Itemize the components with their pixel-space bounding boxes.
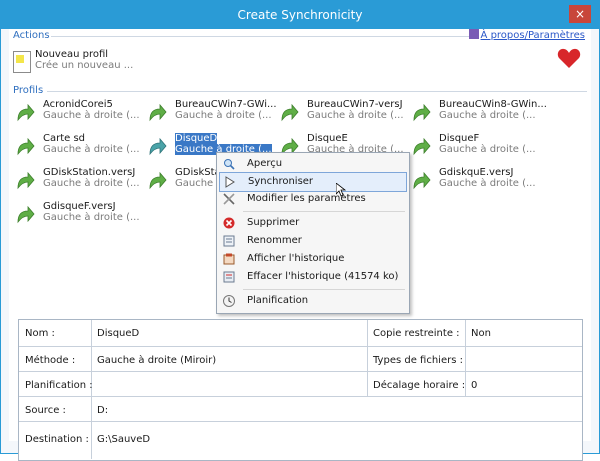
profile-name: DisqueD [175,133,218,144]
profile-name: DisqueE [307,133,348,144]
profile-item[interactable]: AcronidCorei5 Gauche à droite (... [11,99,141,129]
window-title: Create Synchronicity [237,8,363,22]
destination-label: Destination : [25,434,89,445]
profile-name: BureauCWin7-versJ [307,99,403,110]
profile-desc: Gauche à droite (... [43,212,140,223]
details-row-source: Source : D: [19,397,582,422]
method-label: Méthode : [25,355,76,366]
profile-item[interactable]: BureauCWin7-GWi... Gauche à droite (... [143,99,277,129]
profile-name: GdiskquE.versJ [439,167,514,178]
rename-icon [223,235,235,247]
menu-item-delete[interactable]: Supprimer [219,214,405,232]
sync-arrow-icon [281,103,299,122]
profile-name: Carte sd [43,133,86,144]
menu-item-show-history[interactable]: Afficher l'historique [219,250,405,268]
sync-arrow-icon [17,171,35,190]
actions-divider [51,36,471,37]
source-value: D: [97,405,109,416]
menu-item-clear-history[interactable]: Effacer l'historique (41574 ko) [219,268,405,286]
menu-item-edit-settings[interactable]: Modifier les paramètres [219,190,405,208]
tools-icon [223,193,235,205]
profile-name: BureauCWin8-GWin... [439,99,547,110]
menu-item-synchronize[interactable]: Synchroniser [219,172,407,197]
new-profile-icon [13,51,31,73]
profile-item[interactable]: DisqueF Gauche à droite (... [407,133,537,163]
name-value: DisqueD [97,328,140,339]
menu-item-planning[interactable]: Planification [219,292,405,310]
profile-name: GdisqueF.versJ [43,201,116,212]
details-row-method: Méthode : Gauche à droite (Miroir) Types… [19,347,582,372]
profile-item[interactable]: GDiskStation.versJ Gauche à droite (... [11,167,141,197]
profile-name: BureauCWin7-GWi... [175,99,277,110]
profile-desc: Gauche à droite (... [439,144,536,155]
menu-separator [243,289,405,290]
profile-name: DisqueF [439,133,480,144]
history-icon [223,253,235,265]
planning-label: Planification : [25,380,93,391]
time-offset-value: 0 [471,380,478,391]
settings-icon [468,29,479,39]
magnifier-icon [224,159,235,170]
profile-desc: Gauche à droite (... [307,110,404,121]
destination-value: G:\SauveD [97,434,151,445]
title-bar[interactable]: Create Synchronicity × [1,1,599,29]
method-value: Gauche à droite (Miroir) [97,355,217,366]
profile-desc: Gauche à droite (... [43,144,140,155]
profile-desc: Gauche à droite (... [439,178,536,189]
source-label: Source : [25,405,66,416]
profile-desc: Gauche à droite (... [43,110,140,121]
clear-history-icon [223,271,235,283]
sync-arrow-icon [149,103,167,122]
profile-name: AcronidCorei5 [43,99,113,110]
time-offset-label: Décalage horaire : [373,380,466,391]
about-link[interactable]: À propos/Paramètres [468,29,585,41]
profile-item[interactable]: BureauCWin7-versJ Gauche à droite (... [275,99,405,129]
context-menu: Aperçu Synchroniser Modifier les paramèt… [216,152,410,314]
sync-arrow-icon [17,103,35,122]
copy-restricted-value: Non [471,328,491,339]
profile-desc: Gauche à droite (... [175,110,272,121]
profile-item[interactable]: Carte sd Gauche à droite (... [11,133,141,163]
sync-arrow-icon [17,137,35,156]
profile-name: GDiskSta [175,167,221,178]
name-label: Nom : [25,328,55,339]
sync-arrow-icon [149,171,167,190]
close-button[interactable]: × [569,5,591,23]
sync-arrow-icon [413,137,431,156]
profile-details-table: Nom : DisqueD Copie restreinte : Non Mét… [18,319,583,461]
sync-arrow-icon [413,171,431,190]
profile-item[interactable]: GdiskquE.versJ Gauche à droite (... [407,167,537,197]
menu-item-preview[interactable]: Aperçu [219,155,405,173]
profile-name: GDiskStation.versJ [43,167,136,178]
sync-arrow-icon [17,205,35,224]
new-profile-title: Nouveau profil [35,49,109,60]
about-link-label: À propos/Paramètres [480,30,585,41]
profiles-divider [47,91,587,92]
menu-separator [243,211,405,212]
details-row-name: Nom : DisqueD Copie restreinte : Non [19,320,582,347]
file-types-label: Types de fichiers : [373,355,463,366]
new-profile-item[interactable]: Nouveau profil Crée un nouveau ... [13,49,213,79]
actions-section-label: Actions [13,30,50,41]
clock-icon [223,295,235,307]
delete-icon [223,217,235,229]
profile-item[interactable]: GdisqueF.versJ Gauche à droite (... [11,201,141,231]
details-row-planning: Planification : Décalage horaire : 0 [19,372,582,397]
profile-desc: Gauche à droite (... [43,178,140,189]
app-window: Create Synchronicity × Actions À propos/… [0,0,600,461]
profiles-section-label: Profils [13,85,44,96]
copy-restricted-label: Copie restreinte : [373,328,460,339]
sync-arrow-icon [149,137,167,156]
heart-icon[interactable] [557,47,581,69]
play-icon [225,176,235,188]
new-profile-subtitle: Crée un nouveau ... [35,60,134,71]
sync-arrow-icon [413,103,431,122]
profile-desc: Gauche à droite (... [439,110,536,121]
profile-item[interactable]: BureauCWin8-GWin... Gauche à droite (... [407,99,547,129]
menu-item-rename[interactable]: Renommer [219,232,405,250]
details-row-destination: Destination : G:\SauveD [19,422,582,459]
